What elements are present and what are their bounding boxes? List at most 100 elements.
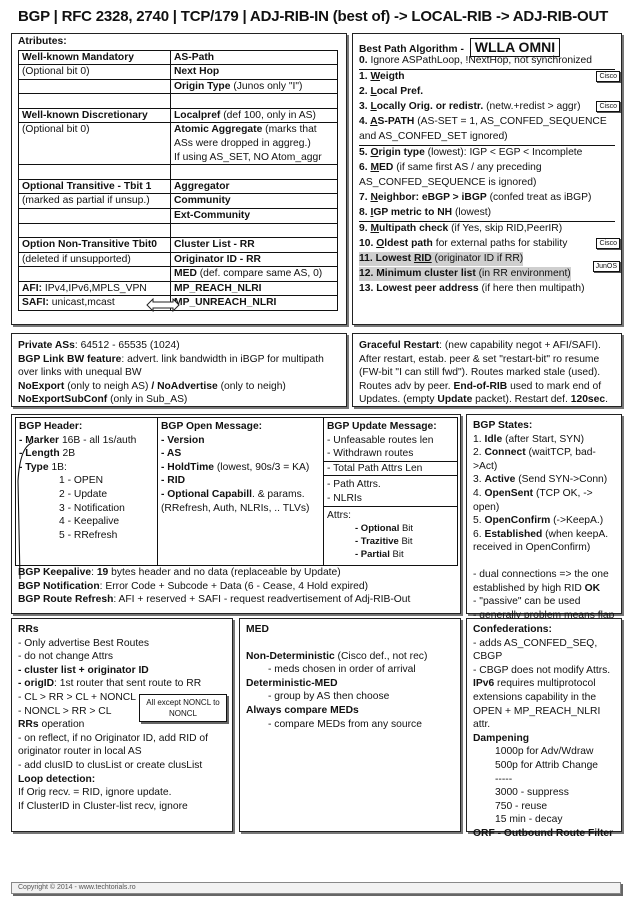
bgp-state: 2. Connect (waitTCP, bad->Act)	[473, 447, 596, 472]
attribute-category	[18, 164, 171, 180]
always-compare-line: Always compare MEDs	[246, 704, 359, 716]
attribute-category: AFI: IPv4,IPv6,MPLS_VPN	[18, 280, 171, 297]
med-sub-line: - meds chosen in order of arrival	[268, 664, 416, 676]
attributes-heading: Atributes:	[18, 36, 67, 47]
cisco-tag: Cisco	[596, 238, 620, 249]
attribute-row: (marked as partial if unsup.) Community	[18, 193, 338, 209]
attribute-name: Originator ID - RR	[170, 251, 338, 268]
attribute-row: MED (def. compare same AS, 0)	[18, 266, 338, 282]
dampening-heading: Dampening	[473, 732, 530, 744]
rr-line: - on reflect, if no Originator ID, add R…	[18, 732, 208, 758]
cisco-tag: Cisco	[596, 101, 620, 112]
attribute-row: (Optional bit 0) Atomic Aggregate (marks …	[18, 122, 338, 166]
attribute-name: AS-Path	[170, 49, 338, 66]
attribute-row: (deleted if unsupported) Originator ID - …	[18, 251, 338, 268]
link-bw-line: BGP Link BW feature: advert. link bandwi…	[18, 353, 324, 379]
states-list: 1. Idle (after Start, SYN) 2. Connect (wa…	[473, 433, 615, 555]
message-types-list: 1 - OPEN 2 - Update 3 - Notification 4 - Ke…	[19, 474, 154, 542]
attribute-row: (Optional bit 0) Next Hop	[18, 64, 338, 80]
private-as-panel: Private ASs: 64512 - 65535 (1024) BGP Li…	[11, 333, 347, 407]
confed-line: - adds AS_CONFED_SEQ, CBGP	[473, 637, 598, 663]
rr-line: - Only advertise Best Routes	[18, 637, 150, 649]
attribute-category: (deleted if unsupported)	[18, 251, 171, 268]
attribute-name: Ext-Community	[170, 207, 338, 224]
all-except-note: All except NONCL to NONCL	[139, 694, 227, 722]
double-arrow-icon	[146, 298, 180, 312]
message-type: 3 - Notification	[59, 502, 125, 514]
attribute-name: Community	[170, 193, 338, 209]
loop-detection-heading: Loop detection:	[18, 773, 96, 785]
junos-tag: JunOS	[592, 261, 620, 272]
private-as-line: Private ASs: 64512 - 65535 (1024)	[18, 340, 180, 351]
bgp-update-cell: BGP Update Message: - Unfeasable routes …	[323, 417, 458, 566]
attribute-name: Localpref (def 100, only in AS)	[170, 107, 338, 124]
attribute-row	[18, 93, 338, 109]
attribute-name	[170, 93, 338, 109]
attribute-name	[170, 222, 338, 239]
message-footnotes: BGP Keepalive: 19 bytes header and no da…	[12, 566, 460, 607]
attributes-table: Well-known Mandatory AS-Path (Optional bit…	[18, 49, 338, 311]
attribute-category: Option Non-Transitive Tbit0	[18, 237, 171, 253]
bgp-messages-panel: BGP Header: - Marker 16B - all 1s/auth -…	[11, 414, 461, 614]
attribute-category: Well-known Discretionary	[18, 107, 171, 124]
dampening-item: 750 - reuse	[495, 800, 548, 812]
bgp-header-cell: BGP Header: - Marker 16B - all 1s/auth -…	[15, 417, 158, 566]
attribute-row: Optional Transitive - Tbit 1 Aggregator	[18, 178, 338, 195]
dampening-item: -----	[495, 773, 513, 785]
attribute-row: Well-known Mandatory AS-Path	[18, 49, 338, 66]
rr-line: - cluster list + originator ID	[18, 664, 149, 676]
dual-connections-note: - dual connections => the one establishe…	[473, 568, 609, 594]
attribute-category: (marked as partial if unsup.)	[18, 193, 171, 209]
ipv6-note: IPv6 requires multiprotocol extensions c…	[473, 678, 601, 731]
message-type: 5 - RRefresh	[59, 529, 118, 541]
best-path-panel: Best Path Algorithm - WLLA OMNI 0. Ignor…	[352, 33, 622, 325]
dampening-item: 15 min - decay	[495, 814, 563, 826]
no-export-line: NoExport (only to neigh AS) / NoAdvertis…	[18, 380, 286, 392]
attribute-category	[18, 222, 171, 239]
bgp-messages-table: BGP Header: - Marker 16B - all 1s/auth -…	[15, 417, 458, 566]
best-path-step: 3. Locally Orig. or redistr. (netw.+redi…	[353, 100, 621, 115]
bgp-state: 3. Active (Send SYN->Conn)	[473, 474, 608, 486]
attribute-row	[18, 164, 338, 180]
attr-bits-list: - Optional Bit - Trazitive Bit - Partial B…	[327, 522, 454, 561]
graceful-restart-text: Graceful Restart: (new capability negot …	[359, 340, 608, 406]
best-path-step-cont: and AS_CONFED_SET ignored)	[359, 131, 508, 142]
non-deterministic-line: Non-Deterministic (Cisco def., not rec)	[246, 650, 428, 662]
best-path-step: 4. AS-PATH (AS-SET = 1, AS_CONFED_SEQUEN…	[359, 116, 607, 127]
bgp-state: 4. OpenSent (TCP OK, -> open)	[473, 487, 593, 513]
attribute-row: Ext-Community	[18, 207, 338, 224]
message-type: 4 - Keepalive	[59, 516, 120, 528]
attributes-panel: Atributes: Well-known Mandatory AS-Path (O…	[11, 33, 347, 325]
best-path-step: 2. Local Pref.	[359, 86, 424, 97]
rr-line: - add clusID to clusList or create clusL…	[18, 759, 203, 771]
attribute-name: Aggregator	[170, 178, 338, 195]
attribute-name: MP_UNREACH_NLRI	[170, 295, 338, 311]
attribute-name: Atomic Aggregate (marks that ASs were dro…	[170, 122, 338, 166]
attribute-row: Well-known Discretionary Localpref (def 1…	[18, 107, 338, 124]
attr-bit: - Partial Bit	[355, 549, 404, 561]
keepalive-line: BGP Keepalive: 19 bytes header and no da…	[18, 567, 341, 578]
attribute-category	[18, 78, 171, 95]
attribute-row: AFI: IPv4,IPv6,MPLS_VPN MP_REACH_NLRI	[18, 280, 338, 297]
attr-bit: - Trazitive Bit	[355, 536, 413, 548]
med-heading: MED	[246, 624, 269, 635]
rr-line: If Orig recv. = RID, ignore update.	[18, 787, 172, 799]
best-path-step-cont: AS_CONFED_SEQUENCE is ignored)	[359, 177, 537, 188]
attribute-name: Next Hop	[170, 64, 338, 80]
attribute-category	[18, 93, 171, 109]
dampening-item: 3000 - suppress	[495, 787, 569, 799]
page-title: BGP | RFC 2328, 2740 | TCP/179 | ADJ-RIB…	[18, 8, 609, 25]
states-heading: BGP States:	[473, 420, 533, 431]
attribute-name: Cluster List - RR	[170, 237, 338, 253]
copyright-footer: Copyright © 2014 - www.techtorials.ro	[11, 882, 621, 894]
rrs-heading: RRs	[18, 624, 39, 635]
bgp-open-cell: BGP Open Message: - Version - AS - HoldT…	[157, 417, 324, 566]
best-path-step: 9. Multipath check (if Yes, skip RID,Pee…	[359, 223, 563, 234]
attr-bit: - Optional Bit	[355, 523, 414, 535]
connector-arc-icon	[17, 442, 33, 580]
rr-line: If ClusterID in Cluster-list recv, ignor…	[18, 800, 188, 812]
route-refresh-line: BGP Route Refresh: AFI + reserved + SAFI…	[18, 594, 411, 606]
best-path-step: 13. Lowest peer address (if here then mu…	[359, 283, 585, 294]
best-path-step: 7. Neighbor: eBGP > iBGP (confed treat a…	[359, 192, 592, 203]
confederations-heading: Confederations:	[473, 624, 552, 635]
